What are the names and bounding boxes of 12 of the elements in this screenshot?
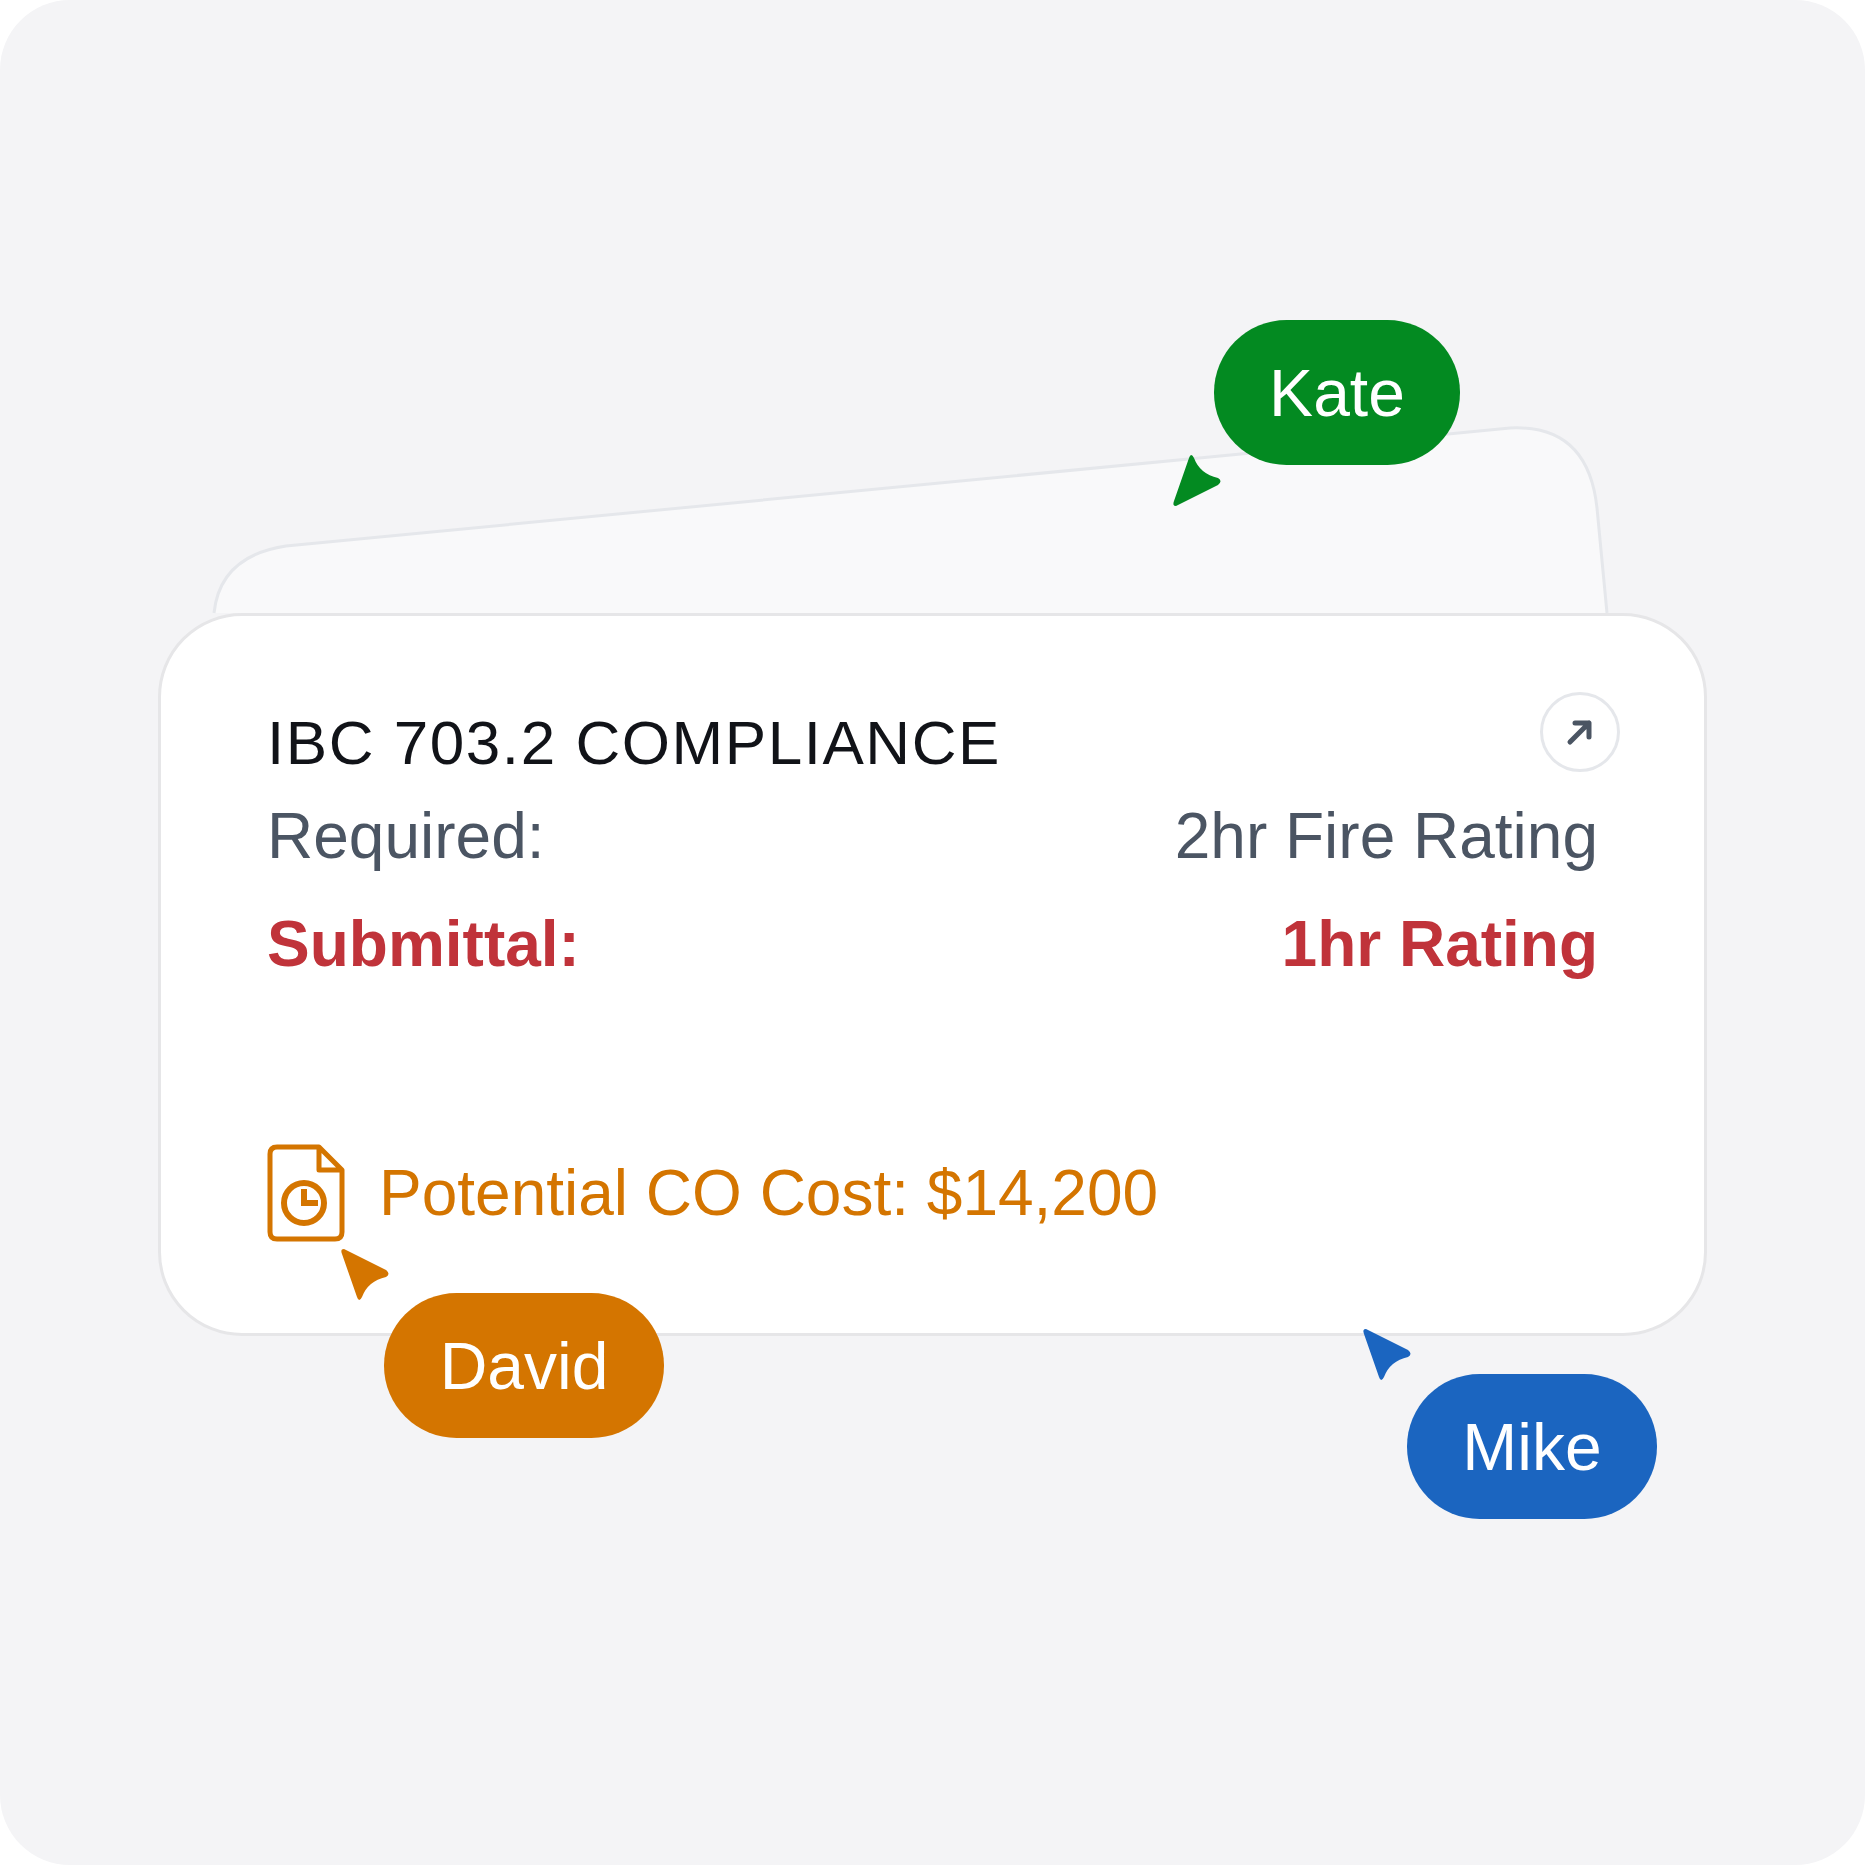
row-label: Required: [267,799,545,874]
user-name-tag: Kate [1214,320,1460,465]
row-value: 2hr Fire Rating [1174,799,1598,874]
open-button[interactable] [1540,692,1620,772]
row-value: 1hr Rating [1281,907,1598,982]
cost-text: Potential CO Cost: $14,200 [379,1161,1159,1225]
arrow-icon [1565,717,1595,747]
document-chart-icon [267,1144,345,1242]
user-name-tag: David [384,1293,664,1438]
user-name-tag: Mike [1407,1374,1657,1519]
row-label: Submittal: [267,907,580,982]
card-title: IBC 703.2 COMPLIANCE [267,712,1001,774]
